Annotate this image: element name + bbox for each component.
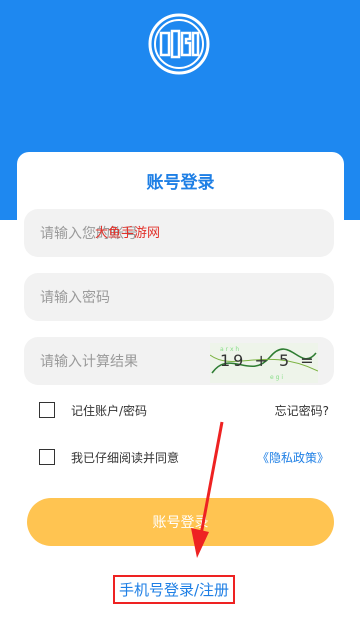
- phone-login-button[interactable]: 手机号登录/注册: [113, 575, 236, 604]
- remember-row: 记住账户/密码 忘记密码?: [39, 399, 329, 421]
- captcha-text: 19 + 5 =: [220, 351, 317, 370]
- remember-checkbox[interactable]: [39, 402, 55, 418]
- captcha-placeholder: 请输入计算结果: [40, 354, 138, 370]
- captcha-image[interactable]: a r x h e g i 19 + 5 =: [210, 343, 318, 383]
- account-input[interactable]: 请输入您的账号: [24, 209, 334, 257]
- app-logo: [148, 13, 210, 75]
- login-button[interactable]: 账号登录: [27, 498, 334, 546]
- agree-checkbox[interactable]: [39, 449, 55, 465]
- forgot-password-link[interactable]: 忘记密码?: [275, 402, 329, 419]
- watermark-text: 大鱼手游网: [95, 226, 161, 241]
- agree-row: 我已仔细阅读并同意 《隐私政策》: [39, 446, 329, 468]
- login-card: 账号登录 请输入您的账号 大鱼手游网 请输入密码 请输入计算结果 a r x h…: [17, 152, 344, 617]
- password-input[interactable]: 请输入密码: [24, 273, 334, 321]
- remember-label: 记住账户/密码: [71, 403, 148, 418]
- password-placeholder: 请输入密码: [40, 290, 110, 306]
- agree-label: 我已仔细阅读并同意: [71, 450, 180, 465]
- privacy-policy-link[interactable]: 《隐私政策》: [257, 449, 329, 466]
- page-title: 账号登录: [146, 173, 215, 193]
- svg-text:e g i: e g i: [270, 374, 283, 381]
